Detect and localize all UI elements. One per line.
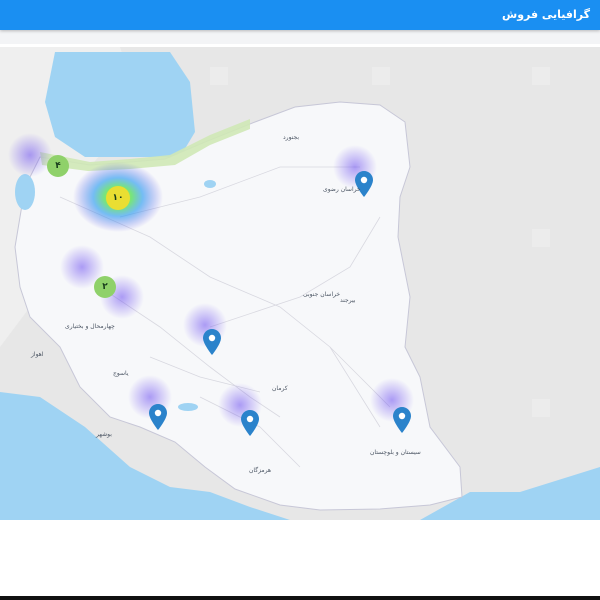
cluster-count: ۴: [55, 161, 61, 171]
cluster-count: ۱۰: [112, 193, 124, 203]
city-label: خراسان رضوی: [323, 186, 361, 193]
map-canvas[interactable]: [0, 47, 600, 520]
cluster-count: ۲: [102, 282, 108, 292]
map-marker-icon[interactable]: [241, 410, 259, 436]
sales-map[interactable]: ۴ ۱۰ ۲ بجنورد خراسان رضوی خراسان جنوبی ب…: [0, 47, 600, 520]
city-label: چهارمحال و بختیاری: [65, 323, 115, 330]
city-label: یاسوج: [113, 370, 129, 377]
city-label: بوشهر: [96, 431, 112, 438]
cluster-marker[interactable]: ۱۰: [106, 186, 130, 210]
city-label: اهواز: [31, 351, 44, 358]
city-label: خراسان جنوبی: [303, 291, 341, 298]
map-marker-icon[interactable]: [203, 329, 221, 355]
city-label: بیرجند: [340, 297, 356, 304]
city-label: کرمان: [272, 385, 288, 392]
app-header: گرافیایی فروش: [0, 0, 600, 30]
map-marker-icon[interactable]: [393, 407, 411, 433]
city-label: سیستان و بلوچستان: [370, 449, 421, 456]
cluster-marker[interactable]: ۲: [94, 276, 116, 298]
page-title: گرافیایی فروش: [502, 8, 590, 21]
map-marker-icon[interactable]: [149, 404, 167, 430]
bottom-bar: [0, 596, 600, 600]
city-label: هرمزگان: [249, 467, 272, 474]
caspian-sea: [45, 52, 195, 157]
cluster-marker[interactable]: ۴: [47, 155, 69, 177]
city-label: بجنورد: [283, 134, 300, 141]
map-marker-icon[interactable]: [355, 171, 373, 197]
